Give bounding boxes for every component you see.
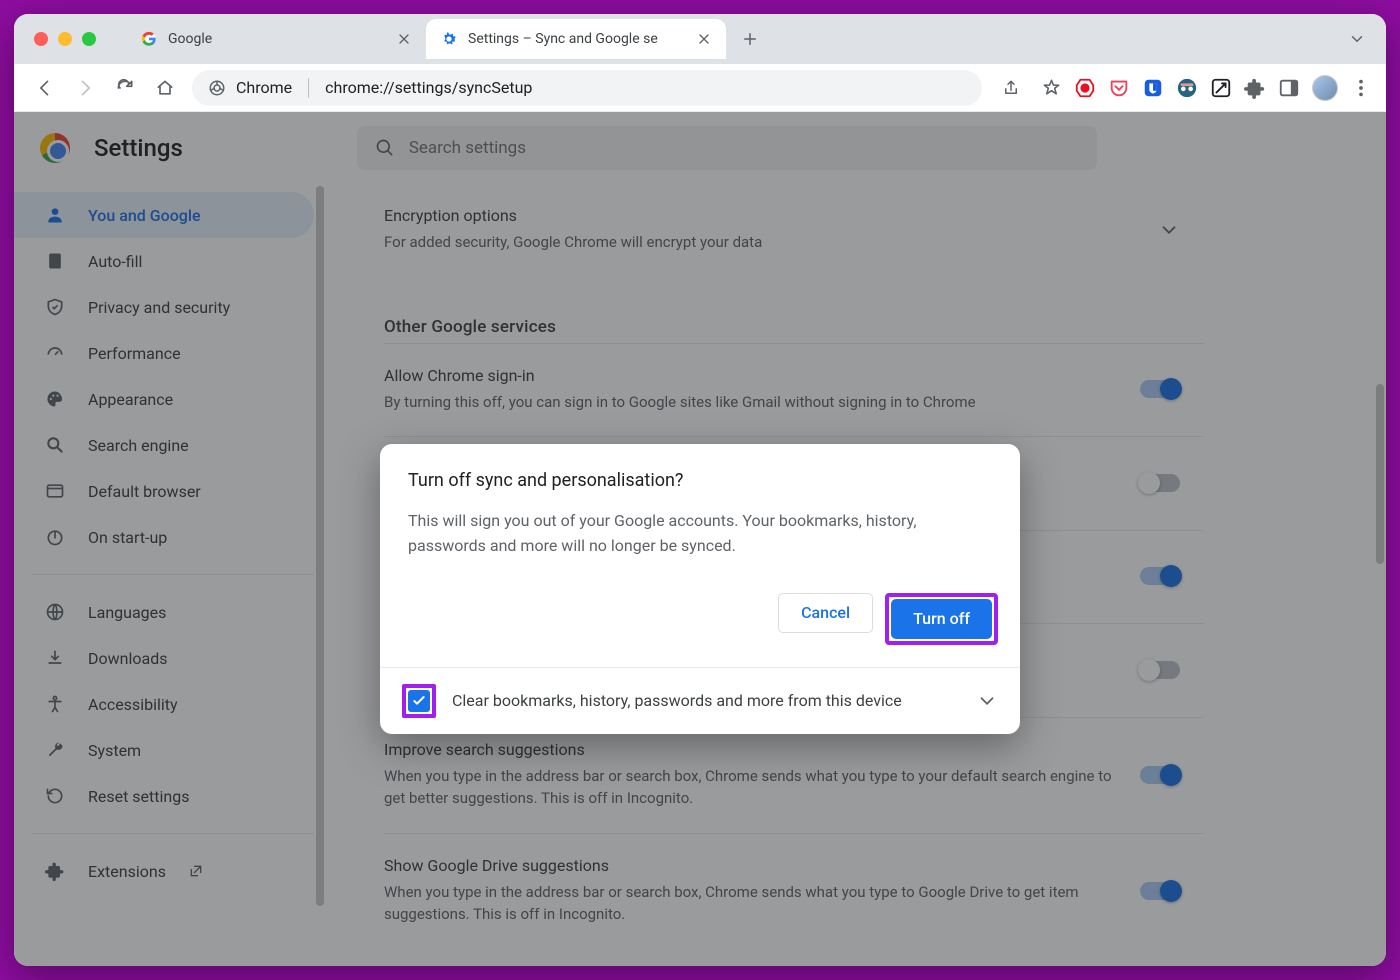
checkbox-highlight: [402, 684, 436, 718]
extensions-area: [1074, 75, 1372, 101]
profile-avatar[interactable]: [1312, 75, 1338, 101]
extensions-puzzle-icon[interactable]: [1244, 77, 1266, 99]
dialog-body: This will sign you out of your Google ac…: [408, 509, 992, 559]
tab-settings[interactable]: Settings – Sync and Google se: [426, 19, 726, 59]
omnibox-divider: [308, 78, 309, 98]
window-traffic-lights: [34, 32, 96, 46]
google-favicon-icon: [140, 30, 158, 48]
ext-bitwarden-icon[interactable]: [1142, 77, 1164, 99]
ext-icognito-icon[interactable]: [1176, 77, 1198, 99]
tab-title: Google: [168, 31, 386, 47]
back-button[interactable]: [28, 71, 62, 105]
close-icon[interactable]: [396, 31, 412, 47]
close-icon[interactable]: [696, 31, 712, 47]
check-icon: [411, 693, 427, 709]
browser-window: Google Settings – Sync and Google se: [14, 14, 1386, 966]
cancel-button[interactable]: Cancel: [778, 593, 873, 633]
omnibox-url: chrome://settings/syncSetup: [325, 78, 532, 97]
reload-button[interactable]: [108, 71, 142, 105]
turn-off-highlight: Turn off: [885, 593, 998, 645]
settings-favicon-icon: [440, 30, 458, 48]
clear-data-checkbox[interactable]: [408, 690, 430, 712]
side-panel-icon[interactable]: [1278, 77, 1300, 99]
tab-google[interactable]: Google: [126, 19, 426, 59]
new-tab-button[interactable]: [734, 23, 766, 55]
chevron-down-icon[interactable]: [976, 690, 998, 712]
ext-pocket-icon[interactable]: [1108, 77, 1130, 99]
ext-box-icon[interactable]: [1210, 77, 1232, 99]
cancel-label: Cancel: [801, 603, 850, 622]
dialog-title: Turn off sync and personalisation?: [408, 470, 992, 491]
omnibox-scheme: Chrome: [236, 78, 292, 97]
window-zoom-button[interactable]: [82, 32, 96, 46]
tab-overflow-button[interactable]: [1348, 30, 1366, 48]
browser-toolbar: Chrome chrome://settings/syncSetup: [14, 64, 1386, 112]
turn-off-sync-dialog: Turn off sync and personalisation? This …: [380, 444, 1020, 734]
window-close-button[interactable]: [34, 32, 48, 46]
share-button[interactable]: [994, 71, 1028, 105]
turn-off-label: Turn off: [913, 609, 970, 628]
window-minimize-button[interactable]: [58, 32, 72, 46]
turn-off-button[interactable]: Turn off: [891, 599, 992, 639]
chrome-page-icon: [208, 79, 226, 97]
ext-adblock-icon[interactable]: [1074, 77, 1096, 99]
home-button[interactable]: [148, 71, 182, 105]
kebab-menu-icon[interactable]: [1350, 77, 1372, 99]
tab-title: Settings – Sync and Google se: [468, 31, 686, 47]
bookmark-button[interactable]: [1034, 71, 1068, 105]
forward-button[interactable]: [68, 71, 102, 105]
checkbox-label: Clear bookmarks, history, passwords and …: [452, 691, 960, 710]
omnibox[interactable]: Chrome chrome://settings/syncSetup: [192, 70, 982, 106]
tab-strip: Google Settings – Sync and Google se: [14, 14, 1386, 64]
